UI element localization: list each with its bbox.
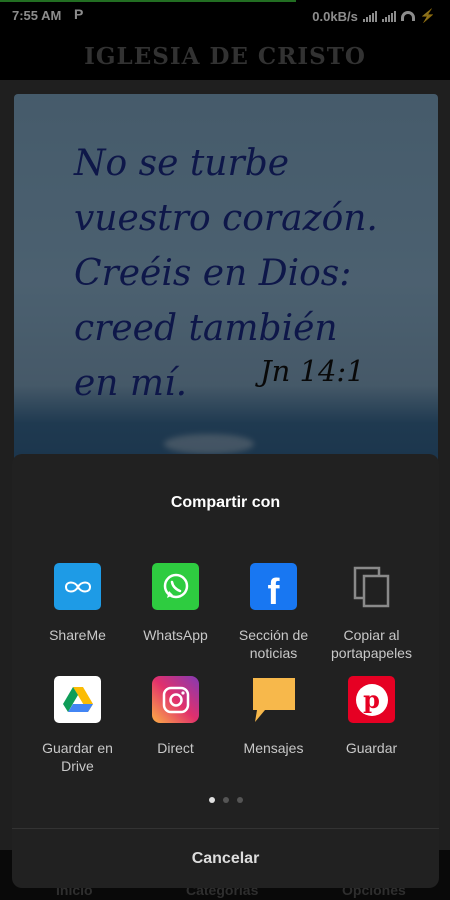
instagram-icon — [152, 676, 199, 723]
share-app-instagram[interactable]: Direct — [123, 676, 228, 757]
messages-icon — [250, 676, 297, 723]
share-app-facebook[interactable]: f Sección de noticias — [221, 563, 326, 662]
share-app-pinterest[interactable]: p Guardar — [319, 676, 424, 757]
share-app-whatsapp[interactable]: WhatsApp — [123, 563, 228, 644]
share-app-shareme[interactable]: ShareMe — [25, 563, 130, 644]
whatsapp-icon — [152, 563, 199, 610]
cancel-button[interactable]: Cancelar — [12, 829, 439, 888]
page-dot-active — [208, 797, 215, 803]
page-dot — [222, 797, 229, 803]
share-app-label: Guardar — [345, 740, 398, 756]
share-app-drive[interactable]: Guardar en Drive — [25, 676, 130, 775]
share-sheet: Compartir con ShareMe WhatsApp f Sección… — [12, 454, 439, 888]
page-indicator — [12, 797, 439, 803]
share-app-label: WhatsApp — [143, 627, 208, 643]
share-sheet-title: Compartir con — [170, 494, 281, 511]
share-app-label: Direct — [157, 740, 194, 756]
facebook-icon: f — [250, 563, 297, 612]
share-app-label: Mensajes — [243, 740, 304, 756]
google-drive-icon — [54, 676, 101, 723]
share-app-label: Copiar al portapapeles — [331, 627, 412, 661]
pinterest-icon: p — [348, 676, 395, 723]
share-app-label: ShareMe — [49, 627, 106, 643]
copy-icon — [348, 563, 395, 610]
share-app-label: Sección de noticias — [238, 627, 309, 661]
share-app-copy[interactable]: Copiar al portapapeles — [319, 563, 424, 662]
page-dot — [236, 797, 243, 803]
shareme-icon — [54, 563, 101, 610]
share-app-messages[interactable]: Mensajes — [221, 676, 326, 757]
share-app-label: Guardar en Drive — [42, 740, 113, 774]
